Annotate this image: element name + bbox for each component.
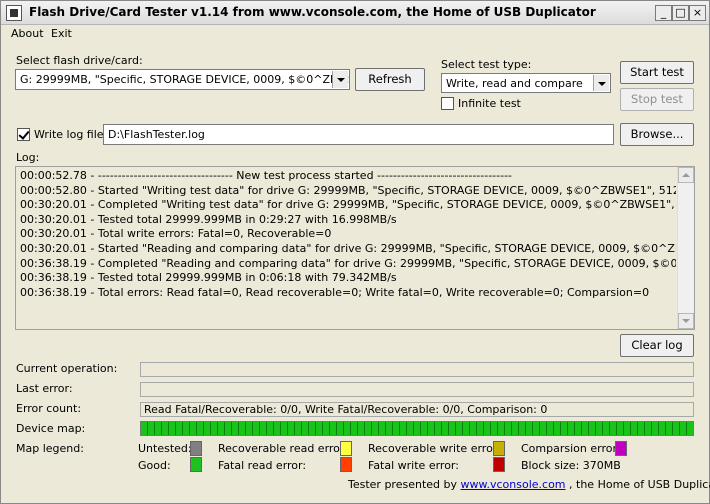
legend-comparsion-label: Comparsion error: xyxy=(521,442,621,455)
legend-rec-read-label: Recoverable read error: xyxy=(218,442,348,455)
log-scrollbar[interactable] xyxy=(677,167,694,329)
test-type-label: Select test type: xyxy=(441,58,532,71)
minimize-button[interactable]: _ xyxy=(655,5,672,21)
device-map xyxy=(140,421,694,436)
vconsole-link[interactable]: www.vconsole.com xyxy=(461,478,566,491)
legend-comparsion-swatch xyxy=(615,441,627,456)
legend-fatal-write-swatch xyxy=(493,457,505,472)
error-count-value: Read Fatal/Recoverable: 0/0, Write Fatal… xyxy=(140,402,694,417)
drive-select-label: Select flash drive/card: xyxy=(16,54,143,67)
log-line: 00:30:20.01 - Total write errors: Fatal=… xyxy=(20,227,332,241)
legend-fatal-write-label: Fatal write error: xyxy=(368,459,459,472)
footer: Tester presented by www.vconsole.com , t… xyxy=(348,478,710,491)
legend-untested-swatch xyxy=(190,441,202,456)
maximize-button[interactable]: □ xyxy=(672,5,689,21)
current-operation-label: Current operation: xyxy=(16,362,118,375)
legend-untested-label: Untested: xyxy=(138,442,192,455)
log-line: 00:36:38.19 - Total errors: Read fatal=0… xyxy=(20,285,650,299)
clear-log-button[interactable]: Clear log xyxy=(620,334,694,357)
log-line: 00:30:20.01 - Started "Reading and compa… xyxy=(20,241,676,255)
legend-fatal-read-swatch xyxy=(340,457,352,472)
legend-good-label: Good: xyxy=(138,459,171,472)
log-line: 00:36:38.19 - Tested total 29999.999MB i… xyxy=(20,271,397,285)
menu-about[interactable]: About xyxy=(11,27,44,40)
legend-fatal-read-label: Fatal read error: xyxy=(218,459,307,472)
log-line: 00:30:20.01 - Tested total 29999.999MB i… xyxy=(20,212,397,226)
write-log-checkbox[interactable] xyxy=(17,128,30,141)
refresh-button[interactable]: Refresh xyxy=(355,68,425,91)
log-label: Log: xyxy=(16,151,40,164)
chevron-down-icon[interactable] xyxy=(332,71,348,88)
last-error-label: Last error: xyxy=(16,382,73,395)
drive-select-value: G: 29999MB, "Specific, STORAGE DEVICE, 0… xyxy=(20,73,349,86)
log-line: 00:36:38.19 - Completed "Reading and com… xyxy=(20,256,676,270)
window-title: Flash Drive/Card Tester v1.14 from www.v… xyxy=(29,5,596,19)
write-log-label: Write log file xyxy=(34,128,104,141)
legend-rec-read-swatch xyxy=(340,441,352,456)
footer-suffix: , the Home of USB Duplicator. xyxy=(569,478,710,491)
log-line: 00:30:20.01 - Completed "Writing test da… xyxy=(20,198,676,212)
menu-exit[interactable]: Exit xyxy=(51,27,72,40)
test-type-value: Write, read and compare xyxy=(446,77,583,90)
app-icon xyxy=(6,5,22,21)
legend-good-swatch xyxy=(190,457,202,472)
menu-bar: About Exit xyxy=(1,25,709,43)
log-lines: 00:00:52.78 - --------------------------… xyxy=(20,169,676,300)
footer-prefix: Tester presented by xyxy=(348,478,458,491)
app-window: Flash Drive/Card Tester v1.14 from www.v… xyxy=(0,0,710,504)
legend-rec-write-label: Recoverable write error: xyxy=(368,442,501,455)
map-legend-label: Map legend: xyxy=(16,442,84,455)
stop-test-button[interactable]: Stop test xyxy=(620,88,694,111)
block-size-label: Block size: 370MB xyxy=(521,459,621,472)
log-line: 00:00:52.78 - --------------------------… xyxy=(20,169,513,182)
log-textarea[interactable]: 00:00:52.78 - --------------------------… xyxy=(15,166,695,330)
legend-rec-write-swatch xyxy=(493,441,505,456)
scroll-down-icon[interactable] xyxy=(678,313,694,329)
log-path-input[interactable]: D:\FlashTester.log xyxy=(103,124,614,145)
current-operation-value xyxy=(140,362,694,377)
error-count-label: Error count: xyxy=(16,402,82,415)
start-test-button[interactable]: Start test xyxy=(620,61,694,84)
title-bar[interactable]: Flash Drive/Card Tester v1.14 from www.v… xyxy=(1,1,709,25)
infinite-test-checkbox[interactable] xyxy=(441,97,454,110)
device-map-label: Device map: xyxy=(16,422,86,435)
chevron-down-icon[interactable] xyxy=(593,75,609,91)
last-error-value xyxy=(140,382,694,397)
infinite-test-label: Infinite test xyxy=(458,97,521,110)
test-type-select[interactable]: Write, read and compare xyxy=(441,73,611,93)
close-button[interactable]: × xyxy=(689,5,706,21)
log-line: 00:00:52.80 - Started "Writing test data… xyxy=(20,183,676,197)
drive-select[interactable]: G: 29999MB, "Specific, STORAGE DEVICE, 0… xyxy=(15,69,350,90)
browse-button[interactable]: Browse... xyxy=(620,123,694,146)
scroll-up-icon[interactable] xyxy=(678,167,694,183)
